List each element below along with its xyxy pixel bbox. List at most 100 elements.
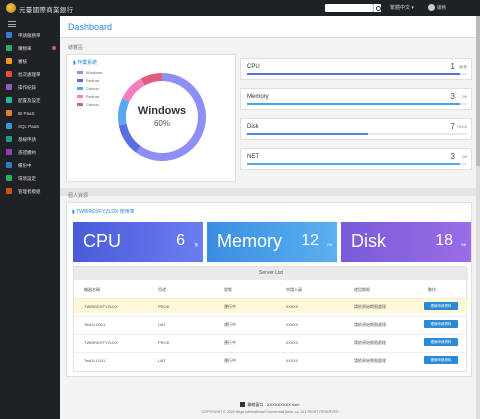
table-header: 機器名稱 [84,287,100,292]
usage-tile-disk: Disk 18 GB [341,222,471,262]
machine-usage-card: ▮ TWBIRDXFYZLDX 使用率 CPU 6 核 Memory 12 GB Disk 1… [66,202,472,377]
sidebar-item-baseline[interactable]: 基線申請 [0,134,60,145]
metric-unit: GB [461,95,467,99]
tile-unit: GB [326,243,332,247]
legend-item[interactable]: Centos [77,102,102,110]
metric-progress-fill [247,133,368,135]
title-bar: Dashboard [60,16,480,38]
sidebar-item-label: SQL PaaS [18,124,40,129]
mail-icon [240,402,246,408]
sidebar: 申請服務單購物車審核批次處理單操作紀錄配置及設定 BI PaaS SQL PaaS 基… [0,16,60,419]
sidebar-item-label: 環境設定 [18,176,36,181]
sidebar-item-label: 憑證續約 [18,150,36,155]
connect-request-button[interactable]: 連線申請資料 [424,320,458,328]
page-scrollbar[interactable] [476,16,480,419]
table-row[interactable]: Test1LLDXL UAT 運行中 0X0X0 請依原始期限處理 連線申請資料 [74,316,468,331]
legend-item[interactable]: Centos [77,86,102,94]
notification-badge [52,46,56,50]
table-row[interactable]: TWBIRDXFYZLDX PROD 運行中 0X0X0 請依原始期限處理 連線申請資料 [74,298,468,313]
table-cell-name: Test1LLDXL [84,358,106,363]
baseline-icon [6,136,12,142]
env-icon [6,175,12,181]
scroll-thumb[interactable] [476,16,480,166]
sidebar-item-label: 管理者模組 [18,189,41,194]
connect-request-button[interactable]: 連線申請資料 [424,302,458,310]
tile-unit: 核 [194,243,199,247]
legend-swatch [77,71,83,75]
table-row[interactable]: Test1LLDXL UAT 運行中 0X0X0 請依原始期限處理 連線申請資料 [74,352,468,367]
metric-value: 7 [450,122,455,131]
server-list: Server List 機器名稱 用途 狀態 申請人員 使用期限 動作 TWBIRDXFY… [73,266,468,372]
footer-copyright: COPYRIGHT © 2024 Mega International Comm… [201,410,339,414]
page-title: Dashboard [68,22,113,32]
legend-label: Centos [86,102,99,107]
sidebar-item-label: 審核 [18,59,27,64]
search-input[interactable] [325,4,373,12]
legend-item[interactable]: Redhat [77,94,102,102]
metric-unit: 個/核 [459,65,467,69]
table-header: 申請人員 [286,287,302,292]
table-header: 用途 [158,287,166,292]
table-cell-applicant: 0X0X0 [286,340,299,345]
usage-tile-memory: Memory 12 GB [207,222,337,262]
sidebar-item-history[interactable]: 操作紀錄 [0,82,60,93]
legend-swatch [77,103,83,107]
avatar[interactable] [428,4,435,11]
connect-request-button[interactable]: 連線申請資料 [424,338,458,346]
tile-unit: GB [460,243,466,247]
metric-card-net: NET 3 GB [240,148,472,170]
footer-contact-text: 聯絡窗口 : XXXXXXXXX.com [247,402,300,407]
user-name[interactable]: 總務 [437,5,446,11]
donut-center-label: Windows [137,105,187,117]
metric-unit: TB/GB [456,125,467,129]
table-cell-expire: 請依原始期限處理 [354,358,386,363]
legend-swatch [77,87,83,91]
sidebar-item-label: 基線申請 [18,137,36,142]
search-icon[interactable] [373,4,381,12]
table-cell-expire: 請依原始期限處理 [354,340,386,345]
tile-value: 6 [176,232,185,249]
overview-section-label: 總覽區 [68,45,84,51]
sidebar-item-backup[interactable]: 備份中 [0,160,60,171]
history-icon [6,84,12,90]
sidebar-item-cert[interactable]: 憑證續約 [0,147,60,158]
section-divider [60,188,480,196]
settings-icon [6,97,12,103]
table-row[interactable]: TWBIRDXFYZLDX PROD 運行中 0X0X0 請依原始期限處理 連線申請資料 [74,334,468,349]
footer: 聯絡窗口 : XXXXXXXXX.com COPYRIGHT © 2024 Me… [60,402,480,414]
hamburger-menu-icon[interactable] [8,21,16,27]
metric-card-disk: Disk 7 TB/GB [240,118,472,140]
connect-request-button[interactable]: 連線申請資料 [424,356,458,364]
sidebar-item-batch[interactable]: 批次處理單 [0,69,60,80]
sidebar-item-check[interactable]: 審核 [0,56,60,67]
legend-label: Windows [86,70,103,75]
legend-item[interactable]: Redhat [77,78,102,86]
sidebar-item-settings[interactable]: 配置及設定 [0,95,60,106]
legend-item[interactable]: Windows [77,70,102,78]
form-icon [6,32,12,38]
sidebar-item-bi[interactable]: BI PaaS [0,108,60,119]
sidebar-item-sql[interactable]: SQL PaaS [0,121,60,132]
sidebar-item-label: 購物車 [18,46,32,51]
language-select[interactable]: 繁體中文 ▾ [390,4,414,11]
sidebar-item-form[interactable]: 申請服務單 [0,30,60,41]
donut-center-pct: 60% [153,119,170,128]
sidebar-item-label: 批次處理單 [18,72,41,77]
batch-icon [6,71,12,77]
table-cell-expire: 請依原始期限處理 [354,322,386,327]
sidebar-item-env[interactable]: 環境設定 [0,173,60,184]
sidebar-item-admin[interactable]: 管理者模組 [0,186,60,197]
metric-value: 3 [450,152,455,161]
table-cell-purpose: PROD [158,340,170,345]
metric-name: CPU [247,64,260,70]
sidebar-item-cart[interactable]: 購物車 [0,43,60,54]
table-cell-expire: 請依原始期限處理 [354,304,386,309]
tile-name: Memory [217,231,283,251]
machine-usage-header[interactable]: ▮ TWBIRDXFYZLDX 使用率 [72,208,135,215]
table-cell-applicant: 0X0X0 [286,304,299,309]
sidebar-item-label: 配置及設定 [18,98,41,103]
donut-center: Windows 60% [112,67,212,167]
table-cell-status: 運行中 [224,322,236,327]
sidebar-item-label: 備份中 [18,163,32,168]
metric-progress-fill [247,103,461,105]
